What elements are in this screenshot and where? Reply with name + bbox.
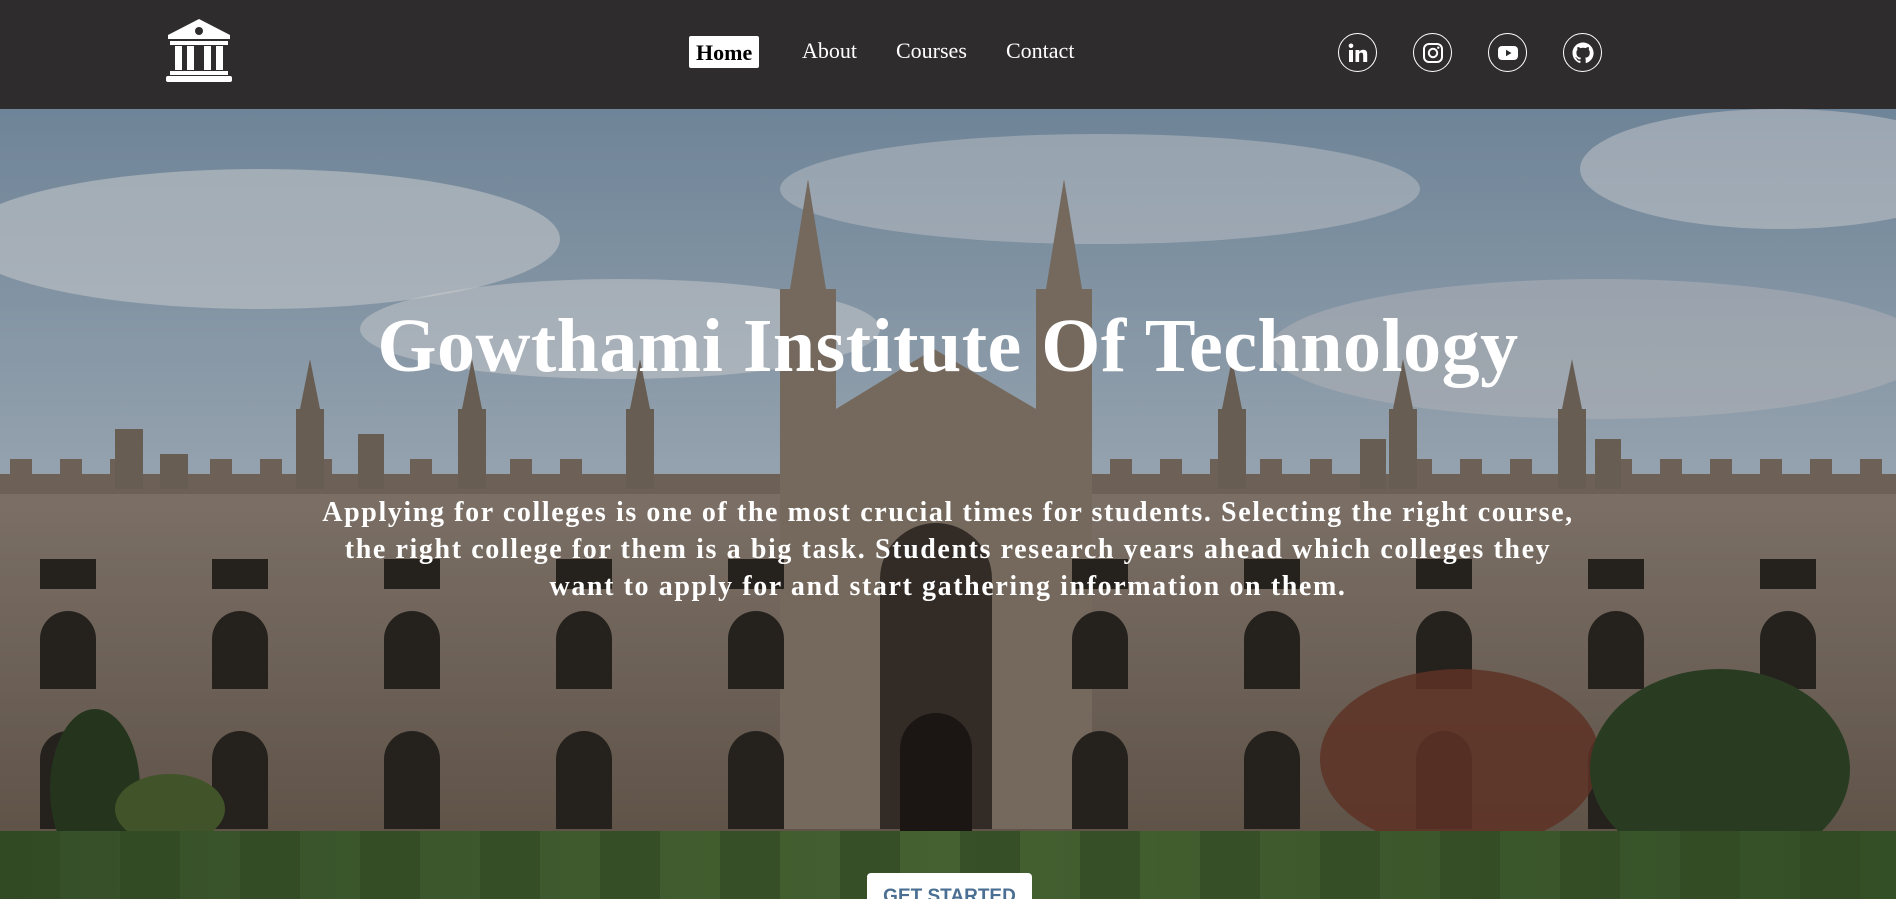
- linkedin-link[interactable]: [1338, 33, 1377, 72]
- main-nav: Home About Courses Contact: [0, 0, 1896, 109]
- nav-courses-link[interactable]: Courses: [896, 36, 967, 66]
- instagram-icon: [1422, 42, 1443, 63]
- institution-building-icon[interactable]: [166, 17, 232, 83]
- youtube-link[interactable]: [1488, 33, 1527, 72]
- nav-contact-link[interactable]: Contact: [1006, 36, 1074, 66]
- linkedin-icon: [1348, 43, 1367, 62]
- nav-about-link[interactable]: About: [802, 36, 857, 66]
- get-started-button[interactable]: GET STARTED: [867, 873, 1032, 899]
- top-navbar: Home About Courses Contact: [0, 0, 1896, 109]
- github-link[interactable]: [1563, 33, 1602, 72]
- instagram-link[interactable]: [1413, 33, 1452, 72]
- nav-home-link[interactable]: Home: [689, 36, 760, 68]
- github-icon: [1572, 42, 1594, 63]
- youtube-icon: [1497, 45, 1518, 60]
- hero-description: Applying for colleges is one of the most…: [322, 497, 1574, 602]
- hero-title: Gowthami Institute Of Technology: [377, 304, 1519, 388]
